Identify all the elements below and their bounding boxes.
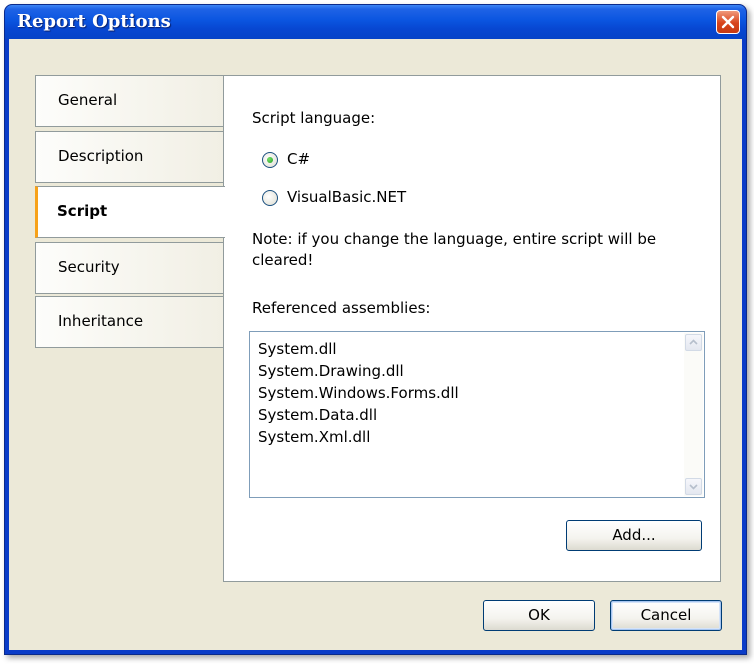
chevron-down-icon [689, 484, 698, 490]
language-note-line1: Note: if you change the language, entire… [252, 230, 657, 248]
list-item[interactable]: System.Xml.dll [258, 426, 459, 448]
radio-csharp[interactable] [262, 152, 278, 168]
scroll-down-button[interactable] [685, 478, 702, 495]
tab-label: Inheritance [58, 312, 144, 330]
list-item[interactable]: System.Data.dll [258, 404, 459, 426]
tab-label: Security [58, 258, 120, 276]
tab-label: Script [57, 202, 108, 220]
close-button[interactable] [716, 10, 740, 34]
tab-script[interactable]: Script [35, 186, 225, 238]
tab-description[interactable]: Description [35, 131, 223, 183]
tab-security[interactable]: Security [35, 242, 223, 294]
tab-label: General [58, 91, 118, 109]
report-options-dialog: Report Options General Description Scrip… [4, 4, 747, 655]
list-item[interactable]: System.dll [258, 338, 459, 360]
ok-button[interactable]: OK [483, 600, 595, 631]
list-item[interactable]: System.Windows.Forms.dll [258, 382, 459, 404]
radio-visualbasic[interactable] [262, 190, 278, 206]
close-icon [721, 15, 735, 29]
tab-inheritance[interactable]: Inheritance [35, 296, 223, 348]
assemblies-list: System.dll System.Drawing.dll System.Win… [258, 338, 459, 448]
chevron-up-icon [689, 339, 698, 345]
language-note-line2: cleared! [252, 251, 314, 269]
tab-label: Description [58, 147, 144, 165]
cancel-button[interactable]: Cancel [610, 600, 722, 631]
title-bar[interactable]: Report Options [5, 5, 746, 39]
add-assembly-button[interactable]: Add... [566, 520, 702, 551]
radio-checked-dot [267, 157, 273, 163]
window-title: Report Options [17, 11, 171, 32]
scroll-up-button[interactable] [685, 334, 702, 351]
script-language-label: Script language: [252, 109, 376, 127]
radio-csharp-label[interactable]: C# [287, 150, 310, 168]
script-tab-panel: Script language: C# VisualBasic.NET Note… [223, 75, 721, 582]
tab-general[interactable]: General [35, 75, 223, 127]
dialog-body: General Description Script Security Inhe… [9, 39, 742, 650]
referenced-assemblies-label: Referenced assemblies: [252, 299, 431, 317]
list-item[interactable]: System.Drawing.dll [258, 360, 459, 382]
radio-visualbasic-label[interactable]: VisualBasic.NET [287, 188, 406, 206]
assemblies-listbox[interactable]: System.dll System.Drawing.dll System.Win… [249, 331, 705, 498]
vertical-scrollbar[interactable] [684, 333, 703, 496]
